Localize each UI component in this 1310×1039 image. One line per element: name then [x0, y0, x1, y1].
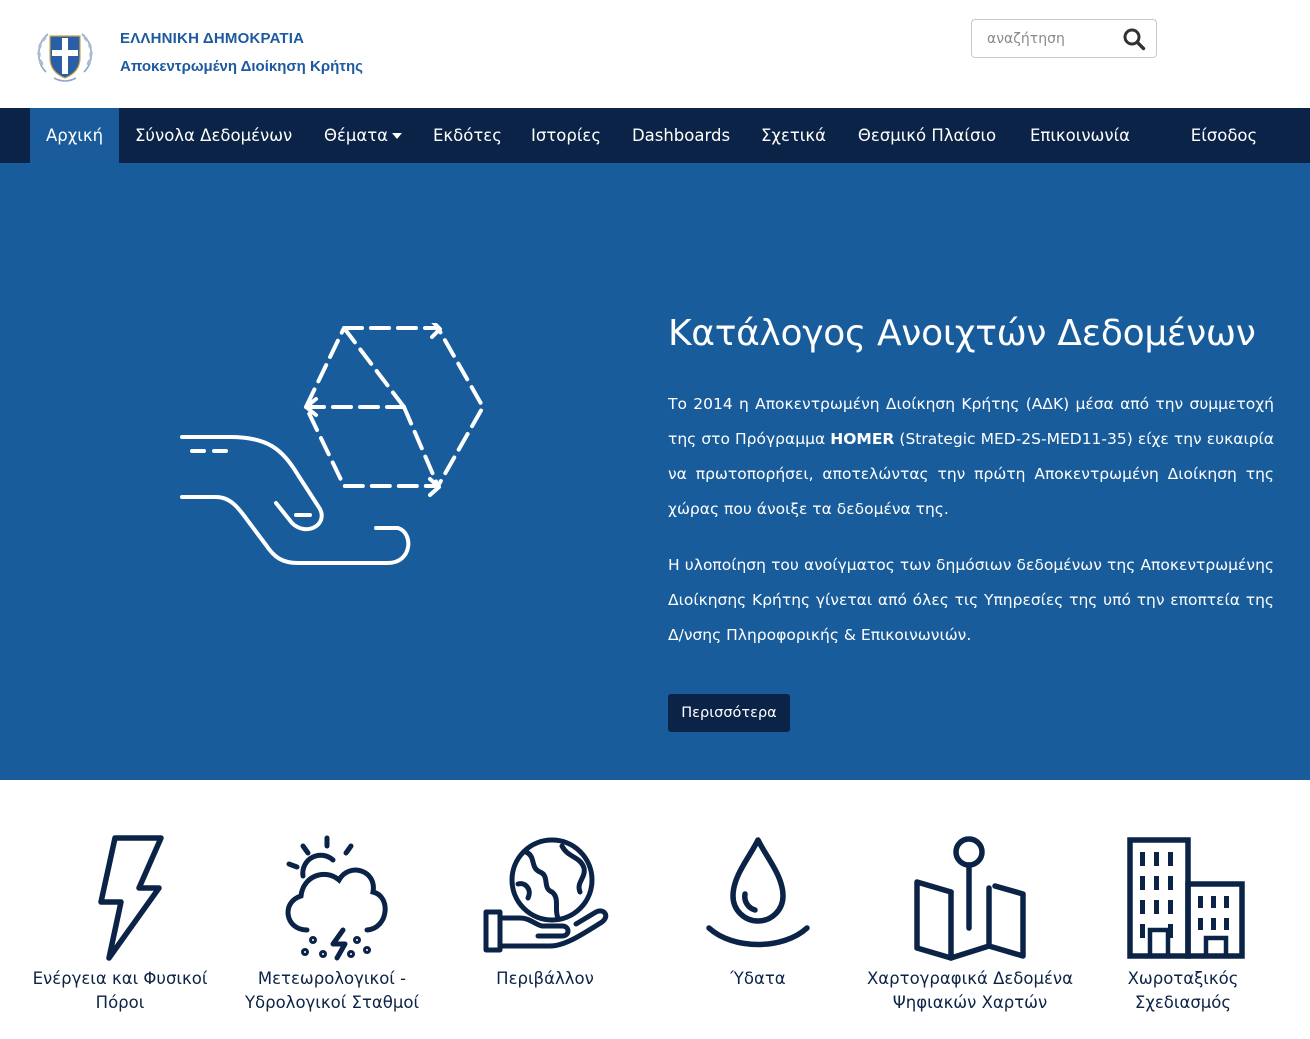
category-spatial-planning[interactable]: Χωροταξικός Σχεδιασμός	[1077, 832, 1289, 1015]
nav-topics-dropdown[interactable]: Θέματα	[322, 108, 404, 163]
hand-holding-globe-icon	[483, 837, 609, 953]
buildings-icon	[1127, 837, 1245, 959]
category-environment[interactable]: Περιβάλλον	[439, 832, 651, 991]
lightning-bolt-icon	[98, 835, 164, 961]
nav-home[interactable]: Αρχική	[30, 108, 119, 163]
nav-legal-framework-label: Θεσμικό Πλαίσιο	[857, 126, 997, 145]
nav-about[interactable]: Σχετικά	[761, 108, 826, 163]
nav-publishers[interactable]: Εκδότες	[433, 108, 502, 163]
nav-login[interactable]: Είσοδος	[1189, 108, 1259, 163]
more-info-button[interactable]: Περισσότερα	[668, 694, 790, 732]
search-input[interactable]	[985, 29, 1119, 48]
category-meteo-stations[interactable]: Μετεωρολογικοί - Υδρολογικοί Σταθμοί	[226, 832, 438, 1015]
main-nav: Αρχική Σύνολα Δεδομένων Θέματα Εκδότες Ι…	[0, 108, 1310, 163]
hero-section: Κατάλογος Ανοιχτών Δεδομένων Το 2014 η Α…	[0, 163, 1310, 780]
hero-intro-paragraph: Το 2014 η Αποκεντρωμένη Διοίκηση Κρήτης …	[668, 387, 1274, 527]
nav-datasets[interactable]: Σύνολα Δεδομένων	[135, 108, 292, 163]
category-waters-label: Ύδατα	[730, 969, 786, 988]
map-pin-icon	[914, 836, 1026, 961]
caret-down-icon	[392, 132, 403, 139]
nav-contact[interactable]: Επικοινωνία	[1028, 108, 1132, 163]
hero-implementation-paragraph: Η υλοποίηση του ανοίγματος των δημόσιων …	[668, 556, 1274, 644]
nav-stories-label: Ιστορίες	[531, 126, 602, 145]
storm-cloud-sun-icon	[285, 835, 388, 961]
category-environment-label: Περιβάλλον	[496, 969, 594, 988]
nav-publishers-label: Εκδότες	[433, 126, 502, 145]
category-energy[interactable]: Ενέργεια και Φυσικοί Πόροι	[14, 832, 226, 1015]
search-icon	[1123, 28, 1146, 51]
hand-holding-cube-icon	[180, 323, 485, 565]
greek-coat-of-arms-icon	[37, 33, 93, 82]
nav-topics-label: Θέματα	[323, 126, 389, 145]
nav-legal-framework[interactable]: Θεσμικό Πλαίσιο	[856, 108, 998, 163]
nav-datasets-label: Σύνολα Δεδομένων	[135, 126, 293, 145]
nav-home-label: Αρχική	[45, 126, 104, 145]
search-button[interactable]	[1122, 27, 1146, 51]
nav-dashboards[interactable]: Dashboards	[631, 108, 731, 163]
category-map-data[interactable]: Χαρτογραφικά Δεδομένα Ψηφιακών Χαρτών	[864, 832, 1076, 1015]
home-logo-link[interactable]: ΕΛΛΗΝΙΚΗ ΔΗΜΟΚΡΑΤΙΑ Αποκεντρωμένη Διοίκη…	[32, 22, 363, 88]
nav-login-label: Είσοδος	[1190, 126, 1258, 145]
nav-contact-label: Επικοινωνία	[1029, 126, 1131, 145]
hero-title: Κατάλογος Ανοιχτών Δεδομένων	[668, 313, 1256, 354]
category-energy-label: Ενέργεια και Φυσικοί Πόροι	[32, 969, 208, 1012]
search-form	[971, 19, 1157, 58]
nav-dashboards-label: Dashboards	[631, 126, 731, 145]
homer-program-name: HOMER	[830, 430, 895, 448]
category-map-data-label: Χαρτογραφικά Δεδομένα Ψηφιακών Χαρτών	[866, 969, 1074, 1012]
org-name-line1: ΕΛΛΗΝΙΚΗ ΔΗΜΟΚΡΑΤΙΑ	[120, 30, 305, 47]
category-meteo-stations-label: Μετεωρολογικοί - Υδρολογικοί Σταθμοί	[244, 969, 420, 1012]
nav-about-label: Σχετικά	[761, 126, 826, 145]
category-spatial-planning-label: Χωροταξικός Σχεδιασμός	[1127, 969, 1239, 1012]
org-name-line2: Αποκεντρωμένη Διοίκηση Κρήτης	[120, 58, 363, 75]
water-drop-icon	[706, 837, 810, 948]
category-waters[interactable]: Ύδατα	[652, 832, 864, 991]
nav-stories[interactable]: Ιστορίες	[531, 108, 602, 163]
site-header: ΕΛΛΗΝΙΚΗ ΔΗΜΟΚΡΑΤΙΑ Αποκεντρωμένη Διοίκη…	[0, 0, 1310, 108]
